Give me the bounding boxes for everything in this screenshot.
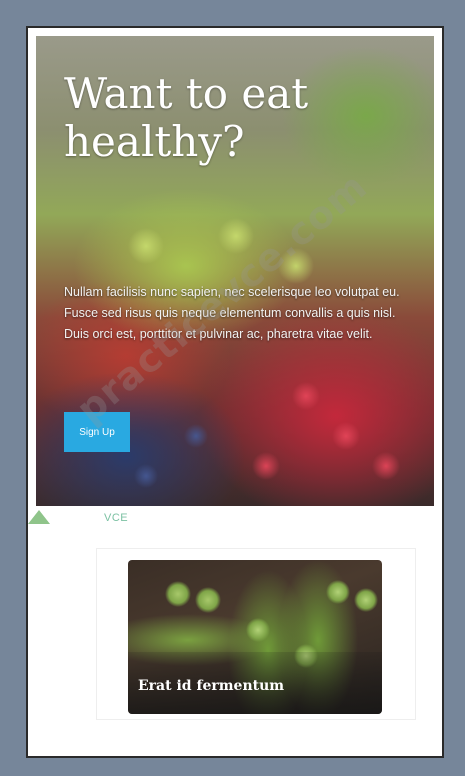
logo-icon — [28, 510, 50, 524]
hero-banner: Want to eat healthy? Nullam facilisis nu… — [36, 36, 434, 506]
hero-title: Want to eat healthy? — [64, 69, 309, 166]
feature-card[interactable]: Erat id fermentum — [128, 560, 382, 714]
hero-description: Nullam facilisis nunc sapien, nec sceler… — [64, 285, 400, 341]
logo-text: VCE — [104, 512, 129, 524]
mobile-screen: Want to eat healthy? Nullam facilisis nu… — [26, 26, 444, 758]
sign-up-button[interactable]: Sign Up — [64, 412, 130, 452]
card-title: Erat id fermentum — [138, 678, 285, 694]
